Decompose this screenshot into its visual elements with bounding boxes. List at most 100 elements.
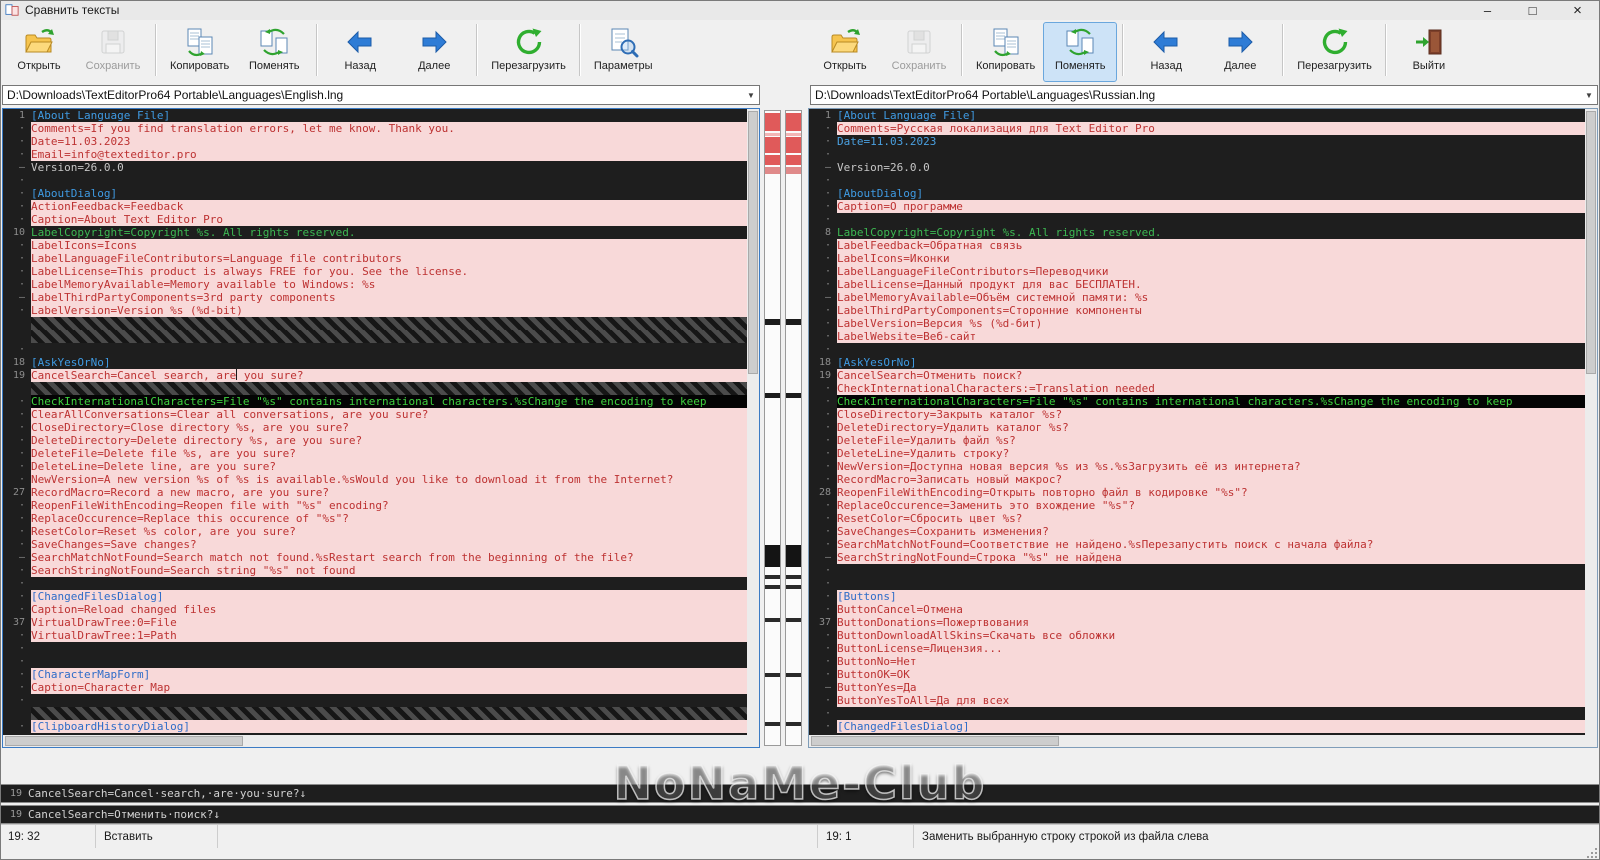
file-path-combo-left[interactable]: D:\Downloads\TextEditorPro64 Portable\La… (2, 85, 760, 105)
code-line[interactable]: – SearchMatchNotFound=Search match not fo… (3, 551, 747, 564)
toolbar-button-parameters[interactable]: Параметры (586, 22, 661, 82)
code-line[interactable]: · [ChangedFilesDialog] (809, 720, 1585, 733)
maximize-button[interactable]: □ (1510, 0, 1555, 20)
code-line[interactable]: · NewVersion=A new version %s of %s is av… (3, 473, 747, 486)
code-line[interactable]: · ButtonNo=Нет (809, 655, 1585, 668)
code-line[interactable]: · LabelLicense=This product is always FRE… (3, 265, 747, 278)
code-line[interactable]: 10 LabelCopyright=Copyright %s. All right… (3, 226, 747, 239)
code-line[interactable]: · [Buttons] (809, 590, 1585, 603)
code-line[interactable]: – SearchStringNotFound=Строка "%s" не най… (809, 551, 1585, 564)
code-line[interactable]: · DeleteFile=Удалить файл %s? (809, 434, 1585, 447)
code-line[interactable]: · DeleteDirectory=Удалить каталог %s? (809, 421, 1585, 434)
code-line[interactable]: 1 [About Language File] (3, 109, 747, 122)
code-line[interactable]: · ButtonCancel=Отмена (809, 603, 1585, 616)
code-line[interactable]: · (3, 343, 747, 356)
vertical-scrollbar-left[interactable] (747, 109, 759, 735)
code-line[interactable]: · SaveChanges=Сохранить изменения? (809, 525, 1585, 538)
scrollbar-thumb[interactable] (811, 736, 1060, 746)
code-line[interactable]: · Date=11.03.2023 (809, 135, 1585, 148)
code-line[interactable]: · Email=info@texteditor.pro (3, 148, 747, 161)
code-line[interactable]: · LabelIcons=Иконки (809, 252, 1585, 265)
code-line[interactable]: · ResetColor=Reset %s color, are you sure… (3, 525, 747, 538)
current-line-preview-left[interactable]: 19 CancelSearch=Cancel·search,·are·you·s… (0, 784, 1600, 803)
toolbar-button-save[interactable]: Сохранить (882, 22, 956, 82)
toolbar-button-reload[interactable]: Перезагрузить (1289, 22, 1380, 82)
code-line[interactable]: · (809, 213, 1585, 226)
code-line[interactable]: · SaveChanges=Save changes? (3, 538, 747, 551)
code-line[interactable]: 19 CancelSearch=Cancel search, are you su… (3, 369, 747, 382)
code-line[interactable]: · LabelIcons=Icons (3, 239, 747, 252)
close-button[interactable]: × (1555, 0, 1600, 20)
code-line[interactable]: · Caption=Reload changed files (3, 603, 747, 616)
code-line[interactable]: · [AboutDialog] (3, 187, 747, 200)
code-line[interactable]: · ButtonOK=ОК (809, 668, 1585, 681)
code-line[interactable]: · [ChangedFilesDialog] (3, 590, 747, 603)
code-line[interactable]: 18 [AskYesOrNo] (809, 356, 1585, 369)
code-line[interactable]: · (809, 343, 1585, 356)
code-line[interactable]: · ButtonLicense=Лицензия... (809, 642, 1585, 655)
toolbar-button-open-folder[interactable]: Открыть (2, 22, 76, 82)
code-line[interactable]: · Caption=Character Map (3, 681, 747, 694)
code-line[interactable]: 37 ButtonDonations=Пожертвования (809, 616, 1585, 629)
code-line[interactable]: · [ClipboardHistoryDialog] (3, 720, 747, 733)
scrollbar-thumb[interactable] (5, 736, 244, 746)
code-line[interactable]: · CheckInternationalCharacters=File "%s" … (809, 395, 1585, 408)
code-line[interactable]: · (809, 174, 1585, 187)
code-line[interactable]: · LabelLanguageFileContributors=Переводчи… (809, 265, 1585, 278)
code-line[interactable]: 37 VirtualDrawTree:0=File (3, 616, 747, 629)
code-line[interactable]: · DeleteLine=Delete line, are you sure? (3, 460, 747, 473)
code-line[interactable] (3, 382, 747, 395)
code-line[interactable]: – LabelMemoryAvailable=Объём системной па… (809, 291, 1585, 304)
code-line[interactable]: · SearchStringNotFound=Search string "%s"… (3, 564, 747, 577)
code-line[interactable]: · Comments=Русская локализация для Text E… (809, 122, 1585, 135)
code-line[interactable]: · CloseDirectory=Close directory %s, are … (3, 421, 747, 434)
code-line[interactable]: · (3, 577, 747, 590)
toolbar-button-swap[interactable]: Поменять (237, 22, 311, 82)
code-line[interactable]: 19 CancelSearch=Отменить поиск? (809, 369, 1585, 382)
toolbar-button-reload[interactable]: Перезагрузить (483, 22, 574, 82)
toolbar-button-arrow-left[interactable]: Назад (1129, 22, 1203, 82)
code-line[interactable]: · (3, 642, 747, 655)
code-line[interactable]: · DeleteLine=Удалить строку? (809, 447, 1585, 460)
code-line[interactable]: 28 ReopenFileWithEncoding=Открыть повторн… (809, 486, 1585, 499)
code-line[interactable]: · (809, 577, 1585, 590)
code-line[interactable] (3, 330, 747, 343)
minimap-column-left[interactable] (764, 110, 781, 746)
code-line[interactable]: · ActionFeedback=Feedback (3, 200, 747, 213)
current-line-preview-right[interactable]: 19 CancelSearch=Отменить·поиск?↓ (0, 805, 1600, 824)
minimap-column-right[interactable] (785, 110, 802, 746)
toolbar-button-exit[interactable]: Выйти (1392, 22, 1466, 82)
code-line[interactable]: · (809, 707, 1585, 720)
code-line[interactable]: · SearchMatchNotFound=Соответствие не най… (809, 538, 1585, 551)
code-line[interactable]: – ButtonYes=Да (809, 681, 1585, 694)
code-line[interactable]: – LabelThirdPartyComponents=3rd party com… (3, 291, 747, 304)
code-line[interactable]: · CheckInternationalCharacters:=Translati… (809, 382, 1585, 395)
code-line[interactable]: · ReplaceOccurence=Заменить это вхождение… (809, 499, 1585, 512)
toolbar-button-arrow-right[interactable]: Далее (1203, 22, 1277, 82)
toolbar-button-arrow-left[interactable]: Назад (323, 22, 397, 82)
code-line[interactable]: · DeleteFile=Delete file %s, are you sure… (3, 447, 747, 460)
code-line[interactable]: · Comments=If you find translation errors… (3, 122, 747, 135)
code-line[interactable]: · [AboutDialog] (809, 187, 1585, 200)
code-line[interactable]: – Version=26.0.0 (809, 161, 1585, 174)
code-line[interactable]: · Date=11.03.2023 (3, 135, 747, 148)
code-line[interactable]: · CheckInternationalCharacters=File "%s" … (3, 395, 747, 408)
code-line[interactable]: · LabelLanguageFileContributors=Language … (3, 252, 747, 265)
code-line[interactable]: · VirtualDrawTree:1=Path (3, 629, 747, 642)
code-line[interactable]: · LabelFeedback=Обратная связь (809, 239, 1585, 252)
code-line[interactable]: · LabelWebsite=Веб-сайт (809, 330, 1585, 343)
editor-left[interactable]: 1 [About Language File] · Comments=If you f… (2, 108, 760, 748)
toolbar-button-save[interactable]: Сохранить (76, 22, 150, 82)
code-line[interactable]: · LabelMemoryAvailable=Memory available t… (3, 278, 747, 291)
minimize-button[interactable]: – (1465, 0, 1510, 20)
code-line[interactable]: · (809, 148, 1585, 161)
code-line[interactable]: · ResetColor=Сбросить цвет %s? (809, 512, 1585, 525)
horizontal-scrollbar-left[interactable] (3, 735, 747, 747)
code-line[interactable]: – Version=26.0.0 (3, 161, 747, 174)
code-line[interactable]: · RecordMacro=Записать новый макрос? (809, 473, 1585, 486)
file-path-combo-right[interactable]: D:\Downloads\TextEditorPro64 Portable\La… (810, 85, 1598, 105)
code-line[interactable] (3, 317, 747, 330)
code-line[interactable]: · LabelThirdPartyComponents=Сторонние ком… (809, 304, 1585, 317)
code-line[interactable]: · Caption=О программе (809, 200, 1585, 213)
scrollbar-thumb[interactable] (1586, 111, 1596, 374)
